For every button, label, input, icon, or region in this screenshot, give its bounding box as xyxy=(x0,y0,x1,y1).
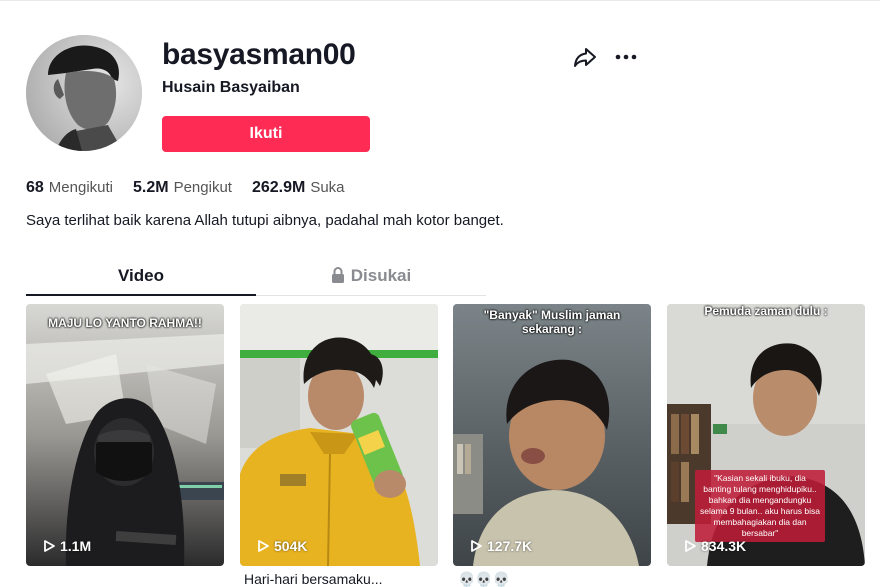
followers-count: 5.2M xyxy=(133,179,169,196)
video-description[interactable]: 💀💀💀 xyxy=(458,570,510,587)
more-dots-icon[interactable] xyxy=(613,44,639,70)
play-icon xyxy=(685,540,696,552)
video-view-count: 834.3K xyxy=(701,538,747,554)
lock-icon xyxy=(331,267,344,283)
following-count: 68 xyxy=(26,179,44,196)
profile-avatar[interactable] xyxy=(26,35,142,151)
followers-label: Pengikut xyxy=(173,179,232,196)
tab-videos[interactable]: Video xyxy=(26,256,256,296)
video-card[interactable]: 504K xyxy=(240,304,438,566)
play-icon xyxy=(258,540,269,552)
top-divider xyxy=(0,0,880,1)
video-view-count: 1.1M xyxy=(60,538,92,554)
avatar-photo-icon xyxy=(26,35,142,151)
likes-stat: 262.9M Suka xyxy=(252,178,345,198)
profile-tabs: Video Disukai xyxy=(26,256,486,296)
profile-username: basyasman00 xyxy=(162,38,356,71)
following-stat[interactable]: 68 Mengikuti xyxy=(26,178,113,198)
video-card[interactable]: Pemuda zaman dulu : "Kasian sekali ibuku… xyxy=(667,304,865,566)
video-views: 504K xyxy=(256,538,307,554)
share-arrow-icon[interactable] xyxy=(572,44,598,70)
play-icon xyxy=(471,540,482,552)
profile-nickname: Husain Basyaiban xyxy=(162,79,300,96)
video-views: 1.1M xyxy=(42,538,91,554)
profile-bio: Saya terlihat baik karena Allah tutupi a… xyxy=(26,212,504,229)
video-description[interactable]: Hari-hari bersamaku... xyxy=(244,570,383,587)
video-card[interactable]: "Banyak" Muslim jaman sekarang : 127.7K xyxy=(453,304,651,566)
tab-videos-label: Video xyxy=(118,266,164,285)
following-label: Mengikuti xyxy=(48,179,113,196)
profile-stats: 68 Mengikuti 5.2M Pengikut 262.9M Suka xyxy=(26,178,345,198)
tab-liked-label: Disukai xyxy=(350,266,412,285)
video-caption: MAJU LO YANTO RAHMA!! xyxy=(48,316,202,330)
video-card[interactable]: MAJU LO YANTO RAHMA!! 1.1M xyxy=(26,304,224,566)
follow-button[interactable]: Ikuti xyxy=(162,116,370,152)
video-view-count: 127.7K xyxy=(487,538,533,554)
likes-label: Suka xyxy=(310,179,345,196)
video-views: 127.7K xyxy=(469,538,532,554)
likes-count: 262.9M xyxy=(251,179,306,196)
tab-liked[interactable]: Disukai xyxy=(256,256,486,295)
video-thumbnail-image xyxy=(26,304,224,566)
followers-stat[interactable]: 5.2M Pengikut xyxy=(133,178,232,198)
video-thumbnail-image xyxy=(240,304,438,566)
video-caption: Pemuda zaman dulu : xyxy=(704,304,828,318)
video-view-count: 504K xyxy=(274,538,308,554)
video-views: 834.3K xyxy=(683,538,746,554)
play-icon xyxy=(44,540,55,552)
video-caption: "Banyak" Muslim jaman sekarang : xyxy=(483,308,621,336)
video-thumbnail-image xyxy=(453,304,651,566)
video-overlay-text: "Kasian sekali ibuku, dia banting tulang… xyxy=(695,470,825,542)
